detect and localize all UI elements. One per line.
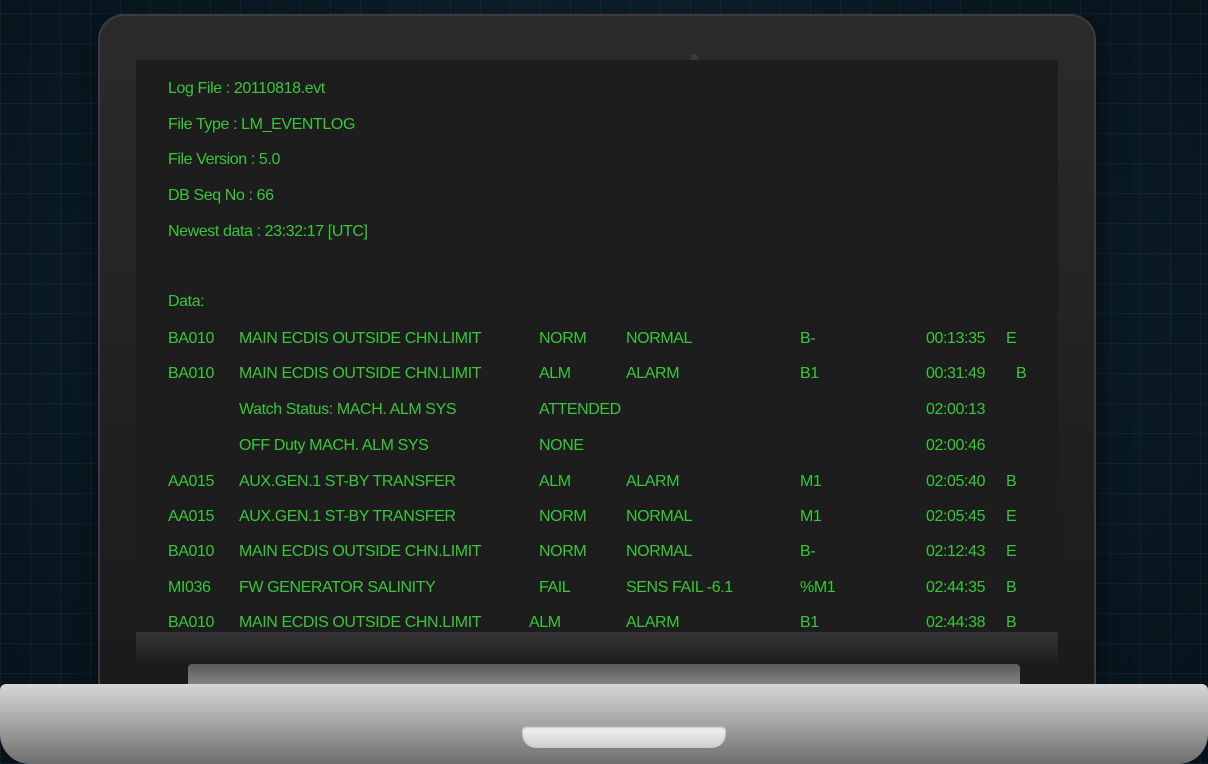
table-row: AA015 AUX.GEN.1 ST-BY TRANSFER NORM NORM… [136,508,1058,532]
event-text: ALARM [626,473,680,490]
event-description: AUX.GEN.1 ST-BY TRANSFER [239,508,456,525]
event-group: M1 [800,473,822,490]
db-seq-line: DB Seq No : 66 [168,187,274,204]
event-description: MAIN ECDIS OUTSIDE CHN.LIMIT [239,614,482,631]
event-time: 02:05:45 [926,508,986,525]
screen-reflection [136,632,1058,662]
event-time: 02:12:43 [926,543,986,560]
event-text: ALARM [626,614,680,631]
log-file-line: Log File : 20110818.evt [168,80,325,97]
event-code: BA010 [168,614,215,631]
event-state: ALM [539,365,571,382]
event-text: NORMAL [626,330,693,347]
event-code: BA010 [168,330,215,347]
laptop-base [0,684,1208,764]
table-row: BA010 MAIN ECDIS OUTSIDE CHN.LIMIT NORM … [136,330,1058,354]
event-time: 02:00:13 [926,401,986,418]
event-time: 02:44:35 [926,579,986,596]
event-flag: B [1016,365,1027,382]
event-flag: B [1006,473,1017,490]
event-time: 02:44:38 [926,614,986,631]
event-code: AA015 [168,508,215,525]
event-flag: E [1006,543,1017,560]
table-row: BA010 MAIN ECDIS OUTSIDE CHN.LIMIT NORM … [136,543,1058,567]
table-row: BA010 MAIN ECDIS OUTSIDE CHN.LIMIT ALM A… [136,365,1058,389]
event-group: %M1 [800,579,836,596]
event-time: 02:00:46 [926,437,986,454]
event-state: NONE [539,437,584,454]
event-text: NORMAL [626,543,693,560]
table-row: AA015 AUX.GEN.1 ST-BY TRANSFER ALM ALARM… [136,473,1058,497]
event-flag: B [1006,614,1017,631]
event-group: B1 [800,365,819,382]
event-description: MAIN ECDIS OUTSIDE CHN.LIMIT [239,365,482,382]
event-text: ALARM [626,365,680,382]
event-flag: B [1006,579,1017,596]
event-log-screen: Log File : 20110818.evt File Type : LM_E… [136,60,1058,646]
event-description: FW GENERATOR SALINITY [239,579,436,596]
event-text: NORMAL [626,508,693,525]
event-flag: E [1006,508,1017,525]
event-state: NORM [539,543,587,560]
table-row: OFF Duty MACH. ALM SYS NONE 02:00:46 [136,437,1058,461]
event-group: B- [800,330,816,347]
event-flag: E [1006,330,1017,347]
event-state: FAIL [539,579,571,596]
table-row: Watch Status: MACH. ALM SYS ATTENDED 02:… [136,401,1058,425]
event-group: M1 [800,508,822,525]
event-time: 00:31:49 [926,365,986,382]
event-state: ALM [529,614,561,631]
data-label: Data: [168,293,205,310]
event-group: B1 [800,614,819,631]
event-description: AUX.GEN.1 ST-BY TRANSFER [239,473,456,490]
event-description: MAIN ECDIS OUTSIDE CHN.LIMIT [239,543,482,560]
event-code: AA015 [168,473,215,490]
event-description: MAIN ECDIS OUTSIDE CHN.LIMIT [239,330,482,347]
event-time: 00:13:35 [926,330,986,347]
event-code: BA010 [168,543,215,560]
event-state: ATTENDED [539,401,621,418]
event-description: OFF Duty MACH. ALM SYS [239,437,429,454]
event-time: 02:05:40 [926,473,986,490]
event-state: ALM [539,473,571,490]
event-code: MI036 [168,579,211,596]
lid-notch [522,726,726,748]
laptop-scene: Log File : 20110818.evt File Type : LM_E… [0,0,1208,764]
event-description: Watch Status: MACH. ALM SYS [239,401,457,418]
event-group: B- [800,543,816,560]
event-code: BA010 [168,365,215,382]
newest-data-line: Newest data : 23:32:17 [UTC] [168,223,368,240]
table-row: MI036 FW GENERATOR SALINITY FAIL SENS FA… [136,579,1058,603]
file-version-line: File Version : 5.0 [168,151,280,168]
event-text: SENS FAIL -6.1 [626,579,733,596]
file-type-line: File Type : LM_EVENTLOG [168,116,356,133]
event-state: NORM [539,330,587,347]
event-state: NORM [539,508,587,525]
